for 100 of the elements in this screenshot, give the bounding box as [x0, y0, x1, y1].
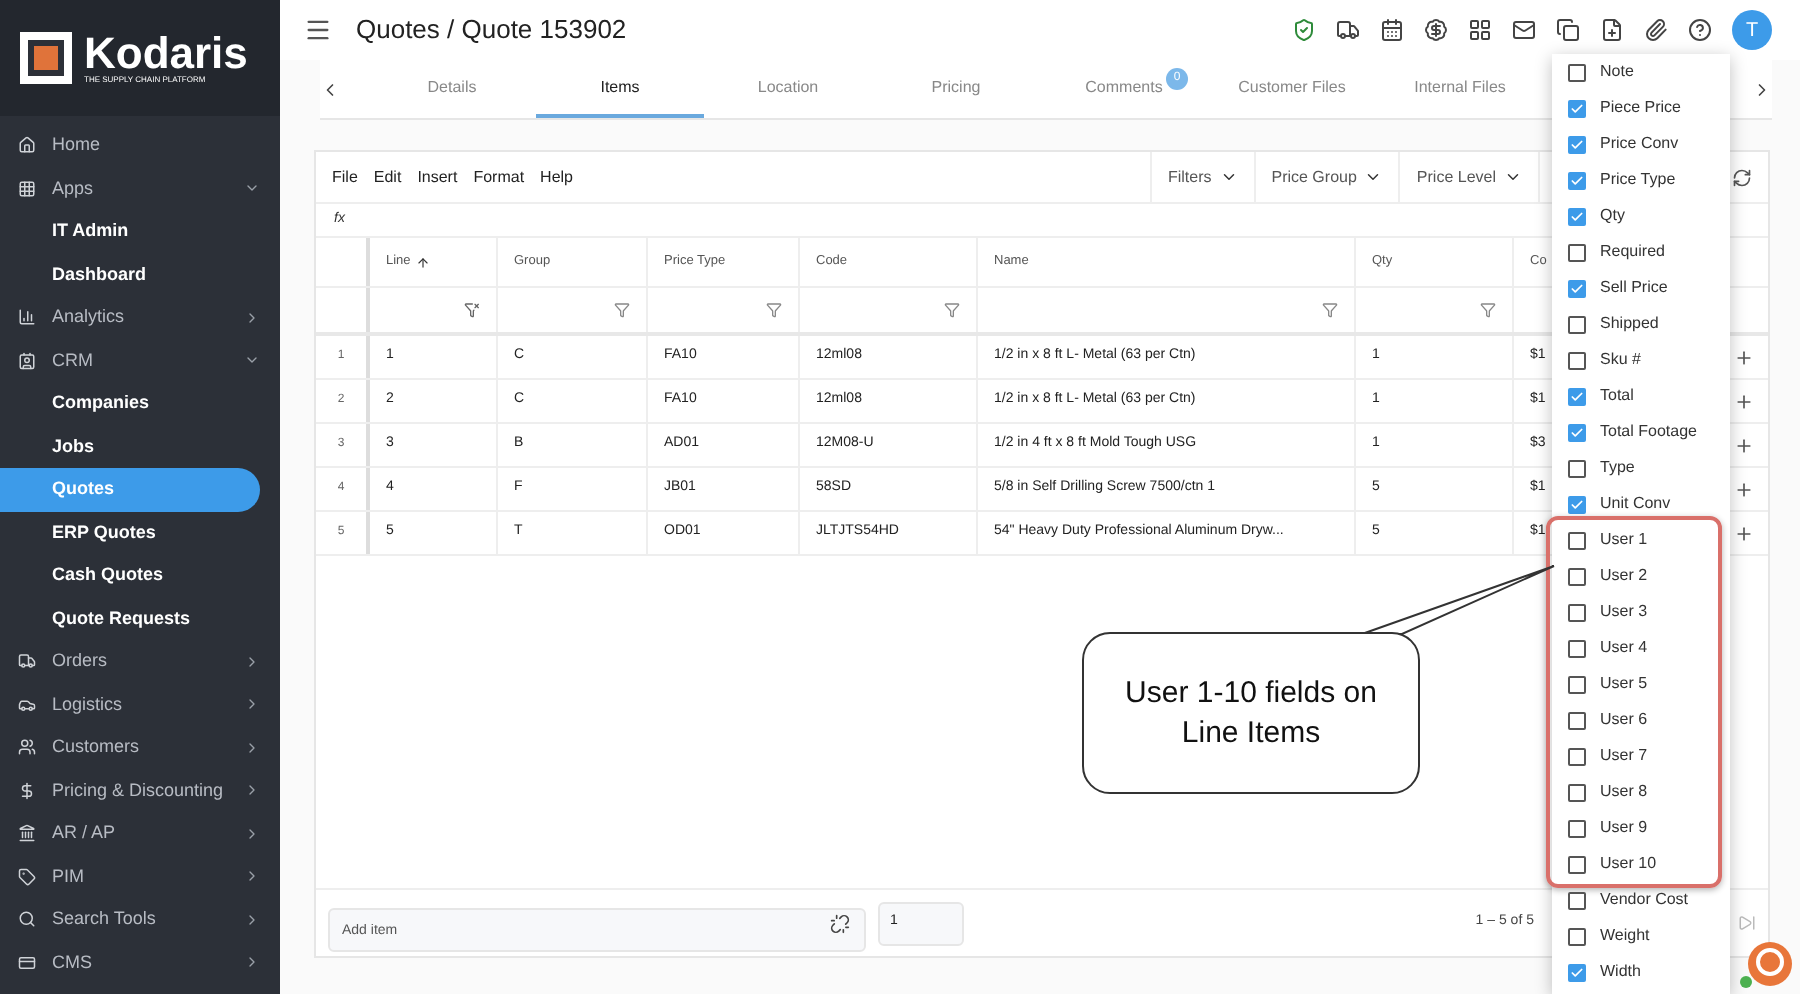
column-option[interactable]: Price Conv: [1552, 126, 1730, 162]
truck-icon[interactable]: [1336, 18, 1360, 42]
checkbox[interactable]: [1568, 315, 1586, 333]
refresh-icon[interactable]: [1732, 167, 1752, 187]
checkbox[interactable]: [1568, 279, 1586, 297]
checkbox[interactable]: [1568, 675, 1586, 693]
menu-icon[interactable]: [304, 16, 332, 44]
sidebar-item[interactable]: AR / AP: [0, 812, 280, 855]
filter-icon[interactable]: [1480, 302, 1496, 318]
column-option[interactable]: Weight: [1552, 918, 1730, 954]
filter-icon[interactable]: [1322, 302, 1338, 318]
add-row-icon[interactable]: [1734, 479, 1754, 499]
tab[interactable]: Customer Files: [1208, 60, 1376, 118]
checkbox[interactable]: [1568, 855, 1586, 873]
column-option[interactable]: User 3: [1552, 594, 1718, 630]
column-option[interactable]: Total Footage: [1552, 414, 1730, 450]
checkbox[interactable]: [1568, 423, 1586, 441]
checkbox[interactable]: [1568, 99, 1586, 117]
column-option[interactable]: Required: [1552, 234, 1730, 270]
checkbox[interactable]: [1568, 387, 1586, 405]
column-option[interactable]: User 9: [1552, 810, 1718, 846]
checkbox[interactable]: [1568, 783, 1586, 801]
add-row-icon[interactable]: [1734, 435, 1754, 455]
sidebar-item[interactable]: Orders: [0, 640, 280, 683]
sidebar-item[interactable]: Jobs: [0, 425, 280, 468]
checkbox[interactable]: [1568, 243, 1586, 261]
filter-clear-icon[interactable]: [464, 302, 480, 318]
column-option[interactable]: Price Type: [1552, 162, 1730, 198]
sidebar-item[interactable]: Pricing & Discounting: [0, 769, 280, 812]
grid-icon[interactable]: [1468, 18, 1492, 42]
calendar-icon[interactable]: [1380, 18, 1404, 42]
filter-icon[interactable]: [614, 302, 630, 318]
menu-item[interactable]: Insert: [417, 165, 458, 189]
menu-item[interactable]: Format: [473, 165, 525, 189]
column-option[interactable]: User 10: [1552, 846, 1718, 882]
menu-item[interactable]: File: [332, 165, 358, 189]
column-option[interactable]: User 5: [1552, 666, 1718, 702]
sidebar-item[interactable]: IT Admin: [0, 210, 280, 253]
add-row-icon[interactable]: [1734, 347, 1754, 367]
checkbox[interactable]: [1568, 495, 1586, 513]
sidebar-item[interactable]: Quote Requests: [0, 597, 280, 640]
column-option[interactable]: Note: [1552, 54, 1730, 90]
checkbox[interactable]: [1568, 639, 1586, 657]
checkbox[interactable]: [1568, 459, 1586, 477]
menu-item[interactable]: Help: [540, 165, 573, 189]
checkbox[interactable]: [1568, 531, 1586, 549]
checkbox[interactable]: [1568, 963, 1586, 981]
checkbox[interactable]: [1568, 819, 1586, 837]
column-option[interactable]: Unit Conv: [1552, 486, 1730, 522]
sidebar-item[interactable]: Analytics: [0, 296, 280, 339]
column-option[interactable]: Total: [1552, 378, 1730, 414]
help-icon[interactable]: [1688, 18, 1712, 42]
checkbox[interactable]: [1568, 351, 1586, 369]
column-option[interactable]: User 8: [1552, 774, 1718, 810]
dropdown[interactable]: Price Level: [1398, 152, 1538, 202]
column-option[interactable]: Qty: [1552, 198, 1730, 234]
tab[interactable]: Details: [368, 60, 536, 118]
sidebar-item[interactable]: Dashboard: [0, 253, 280, 296]
filter-icon[interactable]: [766, 302, 782, 318]
sidebar-item[interactable]: ERP Quotes: [0, 511, 280, 554]
sidebar-item[interactable]: Cash Quotes: [0, 554, 280, 597]
dropdown[interactable]: Filters: [1149, 152, 1254, 202]
sidebar-item[interactable]: Apps: [0, 167, 280, 210]
column-option[interactable]: Type: [1552, 450, 1730, 486]
column-option[interactable]: User 2: [1552, 558, 1718, 594]
checkbox[interactable]: [1568, 711, 1586, 729]
column-option[interactable]: User 6: [1552, 702, 1718, 738]
sidebar-item[interactable]: CMS: [0, 941, 280, 984]
sidebar-item[interactable]: Companies: [0, 382, 280, 425]
column-option[interactable]: Shipped: [1552, 306, 1730, 342]
add-row-icon[interactable]: [1734, 523, 1754, 543]
tab[interactable]: Location: [704, 60, 872, 118]
sidebar-item[interactable]: PIM: [0, 855, 280, 898]
sidebar-item[interactable]: Search Tools: [0, 898, 280, 941]
checkbox[interactable]: [1568, 927, 1586, 945]
tab[interactable]: Items: [536, 60, 704, 118]
checkbox[interactable]: [1568, 603, 1586, 621]
filter-icon[interactable]: [944, 302, 960, 318]
checkbox[interactable]: [1568, 171, 1586, 189]
tab[interactable]: Pricing: [872, 60, 1040, 118]
checkbox[interactable]: [1568, 747, 1586, 765]
unlink-icon[interactable]: [830, 913, 850, 933]
column-option[interactable]: Sku #: [1552, 342, 1730, 378]
shield-check-icon[interactable]: [1292, 18, 1316, 42]
column-option[interactable]: Piece Price: [1552, 90, 1730, 126]
column-option[interactable]: User 7: [1552, 738, 1718, 774]
sidebar-item[interactable]: Logistics: [0, 683, 280, 726]
sidebar-item[interactable]: Customers: [0, 726, 280, 769]
checkbox[interactable]: [1568, 135, 1586, 153]
dropdown[interactable]: Price Group: [1253, 152, 1399, 202]
column-option[interactable]: User 4: [1552, 630, 1718, 666]
paperclip-icon[interactable]: [1644, 18, 1668, 42]
column-option[interactable]: Vendor Cost: [1552, 882, 1730, 918]
mail-icon[interactable]: [1512, 18, 1536, 42]
sidebar-item[interactable]: CRM: [0, 339, 280, 382]
tab[interactable]: Internal Files: [1376, 60, 1544, 118]
add-row-icon[interactable]: [1734, 391, 1754, 411]
sidebar-item[interactable]: Home: [0, 124, 280, 167]
copy-icon[interactable]: [1556, 18, 1580, 42]
file-plus-icon[interactable]: [1600, 18, 1624, 42]
